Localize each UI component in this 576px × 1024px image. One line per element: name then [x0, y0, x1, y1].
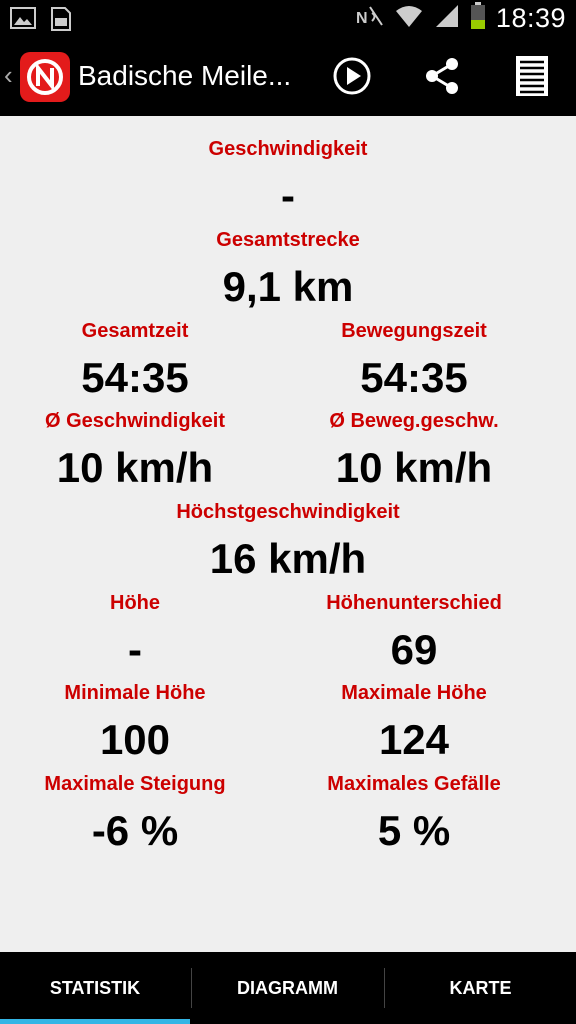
active-tab-indicator	[0, 1019, 190, 1024]
share-icon	[422, 56, 462, 101]
clock: 18:39	[495, 3, 566, 33]
image-icon	[10, 6, 36, 37]
back-chevron-icon[interactable]: ‹	[4, 60, 13, 91]
elevation-label: Höhe	[110, 592, 160, 614]
avg-moving-speed-value: 10 km/h	[335, 444, 493, 491]
total-distance-value: 9,1 km	[222, 263, 354, 310]
speed-value: -	[281, 172, 295, 219]
play-icon	[332, 56, 372, 101]
list-icon	[515, 55, 549, 102]
avg-moving-speed-label: Ø Beweg.geschw.	[329, 410, 499, 432]
tab-karte[interactable]: KARTE	[385, 952, 576, 1024]
bottom-tab-bar: STATISTIK DIAGRAMM KARTE	[0, 952, 576, 1024]
share-button[interactable]	[414, 50, 470, 106]
play-button[interactable]	[324, 50, 380, 106]
status-bar: N 18:39	[0, 0, 576, 40]
elevation-diff-label: Höhenunterschied	[326, 592, 502, 614]
avg-speed-label: Ø Geschwindigkeit	[44, 410, 226, 432]
max-speed-value: 16 km/h	[209, 535, 367, 582]
sd-card-icon	[50, 6, 72, 37]
battery-icon	[470, 2, 486, 35]
page-title: Badische Meile...	[78, 60, 292, 91]
max-descent-value: 5 %	[377, 807, 451, 854]
statistics-panel: Geschwindigkeit - Gesamtstrecke 9,1 km G…	[0, 116, 576, 952]
list-button[interactable]	[504, 50, 560, 106]
moving-time-value: 54:35	[360, 354, 468, 401]
total-distance-label: Gesamtstrecke	[216, 229, 360, 251]
tab-statistik[interactable]: STATISTIK	[0, 952, 190, 1024]
wifi-icon	[394, 3, 424, 34]
total-time-value: 54:35	[81, 354, 189, 401]
elevation-value: -	[128, 626, 142, 673]
signal-icon	[434, 3, 460, 34]
max-speed-label: Höchstgeschwindigkeit	[176, 501, 400, 523]
total-time-label: Gesamtzeit	[81, 320, 189, 342]
max-elevation-label: Maximale Höhe	[341, 682, 487, 704]
svg-text:N: N	[356, 10, 368, 27]
min-elevation-label: Minimale Höhe	[64, 682, 206, 704]
tab-statistik-label: STATISTIK	[49, 977, 141, 998]
max-descent-label: Maximales Gefälle	[327, 773, 501, 795]
max-grade-value: -6 %	[91, 807, 179, 854]
elevation-diff-value: 69	[390, 626, 438, 673]
max-elevation-value: 124	[378, 716, 450, 763]
app-logo[interactable]	[20, 52, 70, 102]
tab-karte-label: KARTE	[449, 977, 512, 998]
avg-speed-value: 10 km/h	[56, 444, 214, 491]
min-elevation-value: 100	[99, 716, 171, 763]
moving-time-label: Bewegungszeit	[341, 320, 487, 342]
speed-label: Geschwindigkeit	[208, 138, 368, 160]
max-grade-label: Maximale Steigung	[44, 773, 226, 795]
nfc-icon: N	[354, 3, 384, 34]
tab-diagramm[interactable]: DIAGRAMM	[192, 952, 383, 1024]
tab-diagramm-label: DIAGRAMM	[237, 977, 338, 998]
action-bar: ‹ Badische Meile...	[0, 40, 576, 118]
